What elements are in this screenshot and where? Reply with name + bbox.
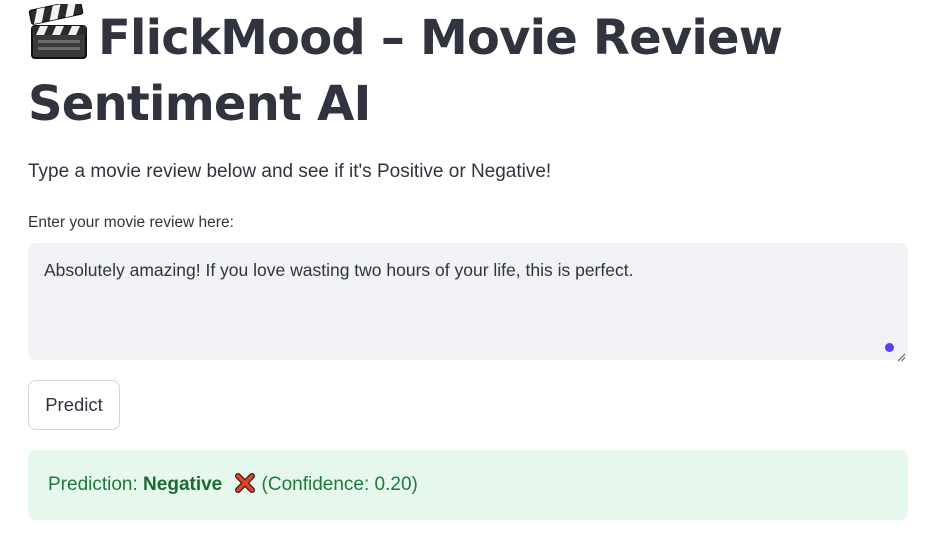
clapperboard-icon — [28, 0, 88, 62]
prediction-confidence: (Confidence: 0.20) — [261, 474, 418, 495]
predict-button[interactable]: Predict — [28, 380, 120, 430]
review-textarea-value[interactable]: Absolutely amazing! If you love wasting … — [44, 257, 878, 283]
resize-handle-icon[interactable] — [897, 349, 906, 362]
prediction-label: Negative — [143, 474, 223, 495]
page-title-text: FlickMood – Movie Review Sentiment AI — [28, 10, 783, 132]
prediction-prefix: Prediction: — [48, 474, 144, 495]
intro-text: Type a movie review below and see if it'… — [28, 161, 552, 182]
review-textarea[interactable]: Absolutely amazing! If you love wasting … — [28, 243, 908, 362]
cross-mark-icon — [234, 454, 256, 493]
review-input-label: Enter your movie review here: — [28, 214, 234, 231]
focus-indicator-dot — [885, 343, 894, 352]
page-title: FlickMood – Movie Review Sentiment AI — [28, 0, 908, 137]
prediction-result-banner: Prediction: Negative (Confidence: 0.20) — [28, 450, 908, 520]
